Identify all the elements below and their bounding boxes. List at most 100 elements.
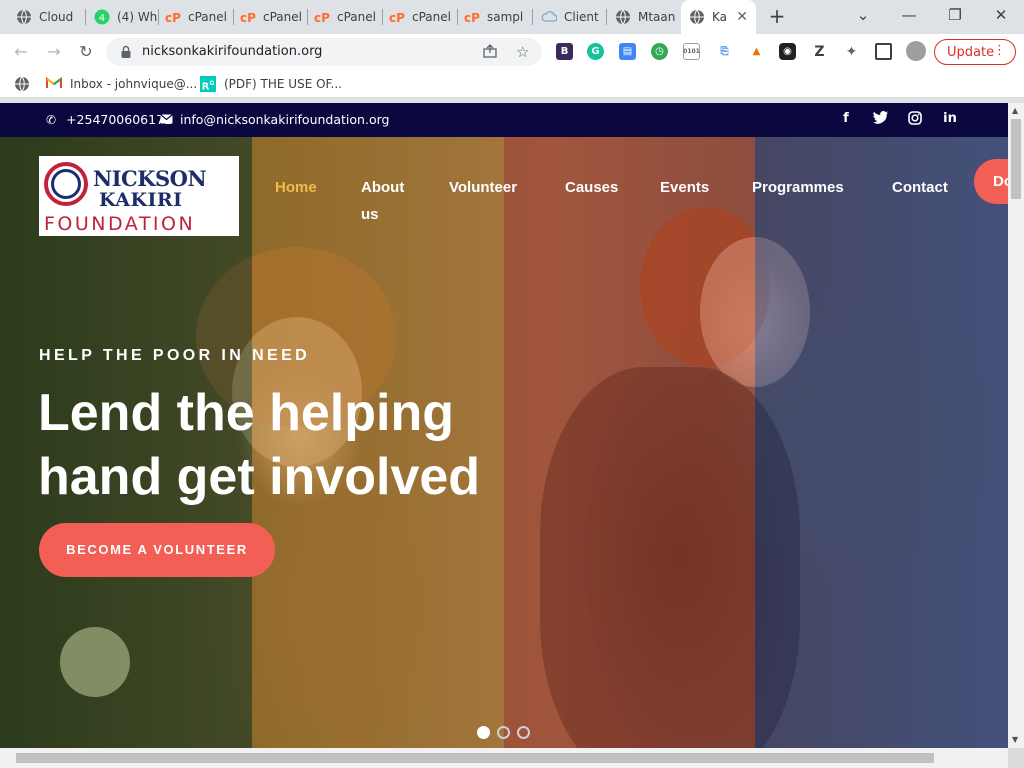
- bootstrap-extension-icon[interactable]: B: [556, 43, 573, 60]
- bookmark-label: (PDF) THE USE OF...: [224, 77, 342, 91]
- restore-icon[interactable]: ❐: [942, 4, 968, 26]
- nav-home[interactable]: Home: [275, 174, 317, 201]
- svg-text:cP: cP: [314, 11, 330, 25]
- share-icon[interactable]: [482, 43, 498, 63]
- nav-contact[interactable]: Contact: [892, 174, 948, 201]
- instagram-icon[interactable]: [907, 111, 923, 127]
- globe-icon: [615, 9, 631, 25]
- headline-line1: Lend the helping: [38, 384, 454, 442]
- globe-icon[interactable]: [14, 75, 30, 93]
- nav-volunteer[interactable]: Volunteer: [449, 174, 517, 201]
- tab-client[interactable]: Client: [533, 0, 607, 34]
- zotero-extension-icon[interactable]: Z: [811, 43, 828, 60]
- tab-label: (4) Wh: [117, 10, 158, 24]
- svg-text:4: 4: [99, 13, 105, 24]
- tab-cpanel-1[interactable]: cP cPanel: [159, 0, 234, 34]
- site-topbar: ✆ +254700606171 info@nicksonkakirifounda…: [0, 103, 1008, 137]
- slider-dot-2[interactable]: [497, 726, 510, 739]
- tab-whatsapp[interactable]: 4 (4) Wh: [86, 0, 159, 34]
- slider-dot-1[interactable]: [477, 726, 490, 739]
- email-address: info@nicksonkakirifoundation.org: [180, 112, 390, 127]
- nav-programmes[interactable]: Programmes: [752, 174, 844, 201]
- logo-line3: FOUNDATION: [44, 213, 196, 235]
- back-icon[interactable]: ←: [9, 40, 33, 64]
- close-window-icon[interactable]: ✕: [988, 4, 1014, 26]
- tab-label: cPanel: [188, 10, 227, 24]
- nav-events[interactable]: Events: [660, 174, 709, 201]
- speed-extension-icon[interactable]: ◷: [651, 43, 668, 60]
- phone-number: +254700606171: [66, 112, 172, 127]
- nav-about[interactable]: About us: [361, 174, 421, 228]
- tab-label: cPanel: [337, 10, 376, 24]
- headline-line2: hand get involved: [38, 448, 481, 506]
- file-extension-icon[interactable]: ⎘: [716, 43, 733, 60]
- cpanel-icon: cP: [240, 9, 256, 25]
- tab-label: cPanel: [412, 10, 451, 24]
- tab-active[interactable]: Ka ✕: [681, 0, 756, 34]
- logo-line2: KAKIRI: [99, 189, 183, 211]
- svg-text:cP: cP: [240, 11, 256, 25]
- reload-icon[interactable]: ↻: [74, 40, 98, 64]
- tab-cpanel-4[interactable]: cP cPanel: [383, 0, 458, 34]
- tab-cpanel-3[interactable]: cP cPanel: [308, 0, 383, 34]
- grammarly-extension-icon[interactable]: G: [587, 43, 604, 60]
- scroll-down-icon[interactable]: ▼: [1012, 735, 1018, 744]
- phone-icon: ✆: [46, 112, 57, 127]
- puzzle-extensions-icon[interactable]: ✦: [843, 43, 860, 60]
- close-tab-icon[interactable]: ✕: [736, 9, 748, 25]
- address-bar[interactable]: nicksonkakirifoundation.org ☆: [106, 38, 542, 66]
- nav-causes[interactable]: Causes: [565, 174, 618, 201]
- tab-cpanel-2[interactable]: cP cPanel: [234, 0, 308, 34]
- bookmark-pdf[interactable]: RG (PDF) THE USE OF...: [200, 75, 342, 93]
- vertical-scroll-thumb[interactable]: [1011, 119, 1021, 199]
- globe-icon: [689, 9, 705, 25]
- site-logo[interactable]: NICKSON KAKIRI FOUNDATION: [39, 156, 239, 236]
- hero-slider: NICKSON KAKIRI FOUNDATION Home About us …: [0, 137, 1008, 748]
- linkedin-icon[interactable]: in: [942, 111, 958, 127]
- bookmark-star-icon[interactable]: ☆: [516, 43, 529, 61]
- cpanel-icon: cP: [464, 9, 480, 25]
- tab-mtaani[interactable]: Mtaan: [607, 0, 681, 34]
- slider-dot-3[interactable]: [517, 726, 530, 739]
- tab-label: sampl: [487, 10, 524, 24]
- chevron-down-icon[interactable]: ⌄: [850, 4, 876, 26]
- lock-icon[interactable]: [120, 44, 132, 63]
- tab-label: Mtaan: [638, 10, 676, 24]
- side-panel-icon[interactable]: [875, 43, 892, 60]
- become-volunteer-button[interactable]: BECOME A VOLUNTEER: [39, 523, 275, 577]
- tab-label: Ka: [712, 10, 728, 24]
- bookmark-inbox[interactable]: Inbox - johnvique@...: [46, 75, 197, 93]
- svg-text:cP: cP: [165, 11, 181, 25]
- update-button[interactable]: Update ⋮: [934, 39, 1016, 65]
- bookmarks-bar: Inbox - johnvique@... RG (PDF) THE USE O…: [0, 70, 1024, 98]
- horizontal-scroll-thumb[interactable]: [16, 753, 934, 763]
- url-text[interactable]: nicksonkakirifoundation.org: [142, 44, 322, 59]
- alert-extension-icon[interactable]: ▲: [748, 43, 765, 60]
- bookmark-label: Inbox - johnvique@...: [70, 77, 198, 91]
- overlay-blue: [755, 137, 1008, 748]
- svg-text:cP: cP: [464, 11, 480, 25]
- docs-extension-icon[interactable]: ▤: [619, 43, 636, 60]
- phone-contact[interactable]: ✆ +254700606171: [46, 112, 172, 127]
- minimize-icon[interactable]: —: [896, 4, 922, 26]
- forward-icon[interactable]: →: [42, 40, 66, 64]
- scroll-up-icon[interactable]: ▲: [1012, 106, 1018, 115]
- profile-avatar[interactable]: [906, 41, 926, 61]
- vertical-scrollbar[interactable]: ▲ ▼: [1008, 103, 1024, 748]
- github-extension-icon[interactable]: ◉: [779, 43, 796, 60]
- tab-strip: Cloud 4 (4) Wh cP cPanel cP cPanel cP cP…: [0, 0, 1024, 34]
- binary-extension-icon[interactable]: 0101: [683, 43, 700, 60]
- email-contact[interactable]: info@nicksonkakirifoundation.org: [160, 112, 389, 127]
- tab-cloud[interactable]: Cloud: [0, 0, 86, 34]
- update-label: Update: [947, 44, 995, 60]
- twitter-icon[interactable]: [872, 111, 888, 127]
- whatsapp-icon: 4: [94, 9, 110, 25]
- svg-text:cP: cP: [389, 11, 405, 25]
- tab-label: Cloud: [39, 10, 74, 24]
- more-menu-icon[interactable]: ⋮: [993, 43, 1006, 58]
- facebook-icon[interactable]: f: [838, 111, 854, 127]
- horizontal-scrollbar[interactable]: [0, 748, 1008, 768]
- tab-sample[interactable]: cP sampl: [458, 0, 533, 34]
- new-tab-button[interactable]: +: [766, 5, 788, 27]
- browser-toolbar: ← → ↻ nicksonkakirifoundation.org ☆ B G …: [0, 34, 1024, 70]
